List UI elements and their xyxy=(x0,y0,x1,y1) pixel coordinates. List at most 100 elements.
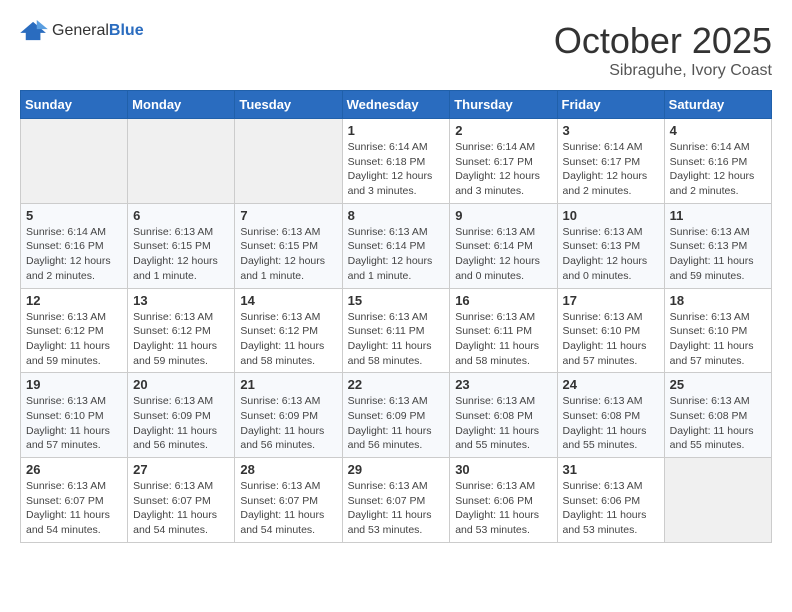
day-number: 16 xyxy=(455,293,551,308)
day-info: Sunrise: 6:13 AM Sunset: 6:13 PM Dayligh… xyxy=(563,225,659,284)
calendar-cell: 9 Sunrise: 6:13 AM Sunset: 6:14 PM Daylig… xyxy=(450,203,557,288)
calendar-week-row: 1 Sunrise: 6:14 AM Sunset: 6:18 PM Daylig… xyxy=(21,119,772,204)
col-header-saturday: Saturday xyxy=(664,91,771,119)
day-number: 28 xyxy=(240,462,336,477)
calendar-cell: 30 Sunrise: 6:13 AM Sunset: 6:06 PM Dayli… xyxy=(450,458,557,543)
day-number: 22 xyxy=(348,377,445,392)
day-info: Sunrise: 6:13 AM Sunset: 6:11 PM Dayligh… xyxy=(455,310,551,369)
day-number: 19 xyxy=(26,377,122,392)
logo-blue: Blue xyxy=(109,22,144,39)
logo-general: General xyxy=(52,22,109,39)
calendar-cell: 18 Sunrise: 6:13 AM Sunset: 6:10 PM Dayli… xyxy=(664,288,771,373)
day-info: Sunrise: 6:14 AM Sunset: 6:16 PM Dayligh… xyxy=(670,140,766,199)
day-info: Sunrise: 6:13 AM Sunset: 6:09 PM Dayligh… xyxy=(133,394,229,453)
day-number: 7 xyxy=(240,208,336,223)
calendar-cell xyxy=(128,119,235,204)
day-info: Sunrise: 6:14 AM Sunset: 6:16 PM Dayligh… xyxy=(26,225,122,284)
calendar-cell: 2Sunrise: 6:14 AM Sunset: 6:17 PM Daylig… xyxy=(450,119,557,204)
day-info: Sunrise: 6:13 AM Sunset: 6:15 PM Dayligh… xyxy=(133,225,229,284)
calendar-cell: 5 Sunrise: 6:14 AM Sunset: 6:16 PM Daylig… xyxy=(21,203,128,288)
day-info: Sunrise: 6:13 AM Sunset: 6:10 PM Dayligh… xyxy=(563,310,659,369)
calendar-week-row: 5 Sunrise: 6:14 AM Sunset: 6:16 PM Daylig… xyxy=(21,203,772,288)
day-info: Sunrise: 6:13 AM Sunset: 6:10 PM Dayligh… xyxy=(670,310,766,369)
day-info: Sunrise: 6:13 AM Sunset: 6:12 PM Dayligh… xyxy=(240,310,336,369)
calendar-cell: 1 Sunrise: 6:14 AM Sunset: 6:18 PM Daylig… xyxy=(342,119,450,204)
day-number: 26 xyxy=(26,462,122,477)
calendar-cell xyxy=(235,119,342,204)
calendar-cell xyxy=(664,458,771,543)
day-number: 10 xyxy=(563,208,659,223)
day-info: Sunrise: 6:13 AM Sunset: 6:08 PM Dayligh… xyxy=(563,394,659,453)
calendar-week-row: 19 Sunrise: 6:13 AM Sunset: 6:10 PM Dayli… xyxy=(21,373,772,458)
calendar-cell: 16 Sunrise: 6:13 AM Sunset: 6:11 PM Dayli… xyxy=(450,288,557,373)
calendar-cell: 13 Sunrise: 6:13 AM Sunset: 6:12 PM Dayli… xyxy=(128,288,235,373)
calendar-cell: 24Sunrise: 6:13 AM Sunset: 6:08 PM Dayli… xyxy=(557,373,664,458)
calendar-cell: 11 Sunrise: 6:13 AM Sunset: 6:13 PM Dayli… xyxy=(664,203,771,288)
day-info: Sunrise: 6:13 AM Sunset: 6:14 PM Dayligh… xyxy=(348,225,445,284)
calendar-cell: 7Sunrise: 6:13 AM Sunset: 6:15 PM Daylig… xyxy=(235,203,342,288)
day-number: 6 xyxy=(133,208,229,223)
calendar-cell: 27Sunrise: 6:13 AM Sunset: 6:07 PM Dayli… xyxy=(128,458,235,543)
calendar-cell: 20 Sunrise: 6:13 AM Sunset: 6:09 PM Dayli… xyxy=(128,373,235,458)
calendar-cell xyxy=(21,119,128,204)
calendar-cell: 6 Sunrise: 6:13 AM Sunset: 6:15 PM Daylig… xyxy=(128,203,235,288)
day-number: 13 xyxy=(133,293,229,308)
calendar-cell: 29 Sunrise: 6:13 AM Sunset: 6:07 PM Dayli… xyxy=(342,458,450,543)
col-header-wednesday: Wednesday xyxy=(342,91,450,119)
day-number: 21 xyxy=(240,377,336,392)
day-number: 29 xyxy=(348,462,445,477)
day-info: Sunrise: 6:13 AM Sunset: 6:14 PM Dayligh… xyxy=(455,225,551,284)
day-number: 23 xyxy=(455,377,551,392)
day-info: Sunrise: 6:13 AM Sunset: 6:08 PM Dayligh… xyxy=(670,394,766,453)
day-info: Sunrise: 6:13 AM Sunset: 6:07 PM Dayligh… xyxy=(348,479,445,538)
calendar-week-row: 26 Sunrise: 6:13 AM Sunset: 6:07 PM Dayli… xyxy=(21,458,772,543)
day-number: 30 xyxy=(455,462,551,477)
calendar-cell: 15Sunrise: 6:13 AM Sunset: 6:11 PM Dayli… xyxy=(342,288,450,373)
page-title: October 2025 xyxy=(554,20,772,62)
calendar-cell: 21Sunrise: 6:13 AM Sunset: 6:09 PM Dayli… xyxy=(235,373,342,458)
day-info: Sunrise: 6:13 AM Sunset: 6:07 PM Dayligh… xyxy=(26,479,122,538)
day-number: 20 xyxy=(133,377,229,392)
day-info: Sunrise: 6:13 AM Sunset: 6:09 PM Dayligh… xyxy=(348,394,445,453)
day-info: Sunrise: 6:13 AM Sunset: 6:06 PM Dayligh… xyxy=(455,479,551,538)
day-info: Sunrise: 6:14 AM Sunset: 6:17 PM Dayligh… xyxy=(563,140,659,199)
calendar-cell: 31Sunrise: 6:13 AM Sunset: 6:06 PM Dayli… xyxy=(557,458,664,543)
day-info: Sunrise: 6:13 AM Sunset: 6:08 PM Dayligh… xyxy=(455,394,551,453)
calendar-cell: 8 Sunrise: 6:13 AM Sunset: 6:14 PM Daylig… xyxy=(342,203,450,288)
calendar-cell: 3 Sunrise: 6:14 AM Sunset: 6:17 PM Daylig… xyxy=(557,119,664,204)
day-info: Sunrise: 6:13 AM Sunset: 6:10 PM Dayligh… xyxy=(26,394,122,453)
day-number: 14 xyxy=(240,293,336,308)
day-info: Sunrise: 6:13 AM Sunset: 6:13 PM Dayligh… xyxy=(670,225,766,284)
day-number: 5 xyxy=(26,208,122,223)
day-info: Sunrise: 6:13 AM Sunset: 6:12 PM Dayligh… xyxy=(133,310,229,369)
calendar-week-row: 12 Sunrise: 6:13 AM Sunset: 6:12 PM Dayli… xyxy=(21,288,772,373)
calendar-cell: 14 Sunrise: 6:13 AM Sunset: 6:12 PM Dayli… xyxy=(235,288,342,373)
calendar-cell: 26 Sunrise: 6:13 AM Sunset: 6:07 PM Dayli… xyxy=(21,458,128,543)
calendar-cell: 4Sunrise: 6:14 AM Sunset: 6:16 PM Daylig… xyxy=(664,119,771,204)
day-number: 11 xyxy=(670,208,766,223)
day-number: 18 xyxy=(670,293,766,308)
day-number: 25 xyxy=(670,377,766,392)
day-info: Sunrise: 6:13 AM Sunset: 6:07 PM Dayligh… xyxy=(133,479,229,538)
col-header-monday: Monday xyxy=(128,91,235,119)
day-info: Sunrise: 6:14 AM Sunset: 6:17 PM Dayligh… xyxy=(455,140,551,199)
day-number: 12 xyxy=(26,293,122,308)
logo: GeneralBlue xyxy=(20,20,144,42)
col-header-friday: Friday xyxy=(557,91,664,119)
title-block: October 2025 Sibraguhe, Ivory Coast xyxy=(554,20,772,80)
page-header: GeneralBlue October 2025 Sibraguhe, Ivor… xyxy=(20,20,772,80)
day-info: Sunrise: 6:13 AM Sunset: 6:07 PM Dayligh… xyxy=(240,479,336,538)
day-number: 3 xyxy=(563,123,659,138)
calendar-header-row: SundayMondayTuesdayWednesdayThursdayFrid… xyxy=(21,91,772,119)
calendar-cell: 23 Sunrise: 6:13 AM Sunset: 6:08 PM Dayli… xyxy=(450,373,557,458)
day-number: 9 xyxy=(455,208,551,223)
day-info: Sunrise: 6:14 AM Sunset: 6:18 PM Dayligh… xyxy=(348,140,445,199)
day-number: 8 xyxy=(348,208,445,223)
day-number: 17 xyxy=(563,293,659,308)
day-info: Sunrise: 6:13 AM Sunset: 6:12 PM Dayligh… xyxy=(26,310,122,369)
calendar-cell: 22 Sunrise: 6:13 AM Sunset: 6:09 PM Dayli… xyxy=(342,373,450,458)
day-number: 1 xyxy=(348,123,445,138)
calendar-cell: 25 Sunrise: 6:13 AM Sunset: 6:08 PM Dayli… xyxy=(664,373,771,458)
calendar-cell: 19 Sunrise: 6:13 AM Sunset: 6:10 PM Dayli… xyxy=(21,373,128,458)
calendar-cell: 17 Sunrise: 6:13 AM Sunset: 6:10 PM Dayli… xyxy=(557,288,664,373)
